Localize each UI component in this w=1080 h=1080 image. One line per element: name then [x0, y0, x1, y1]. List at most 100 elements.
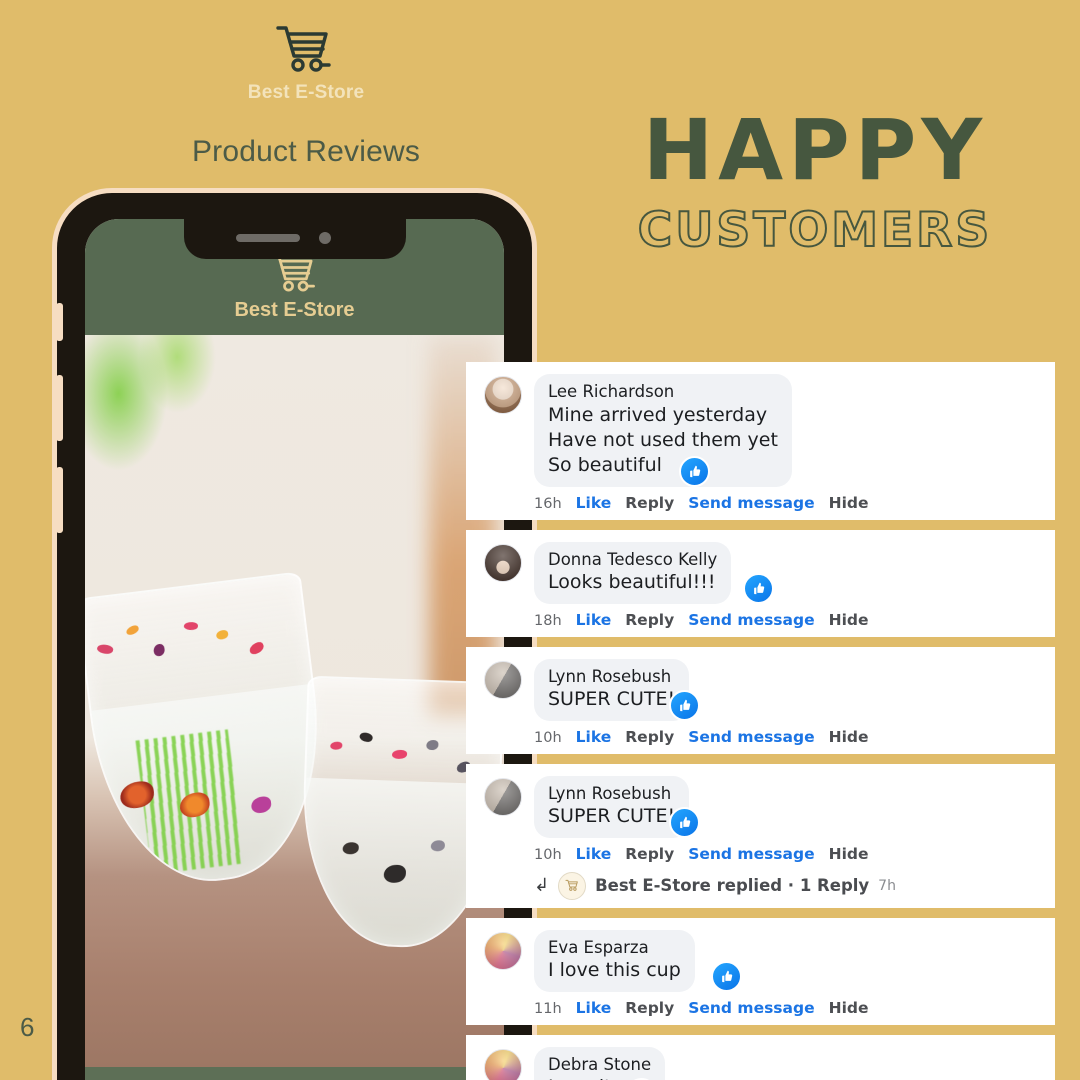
- like-button[interactable]: Like: [576, 999, 612, 1017]
- comment-bubble: Debra StoneLove it: [534, 1046, 666, 1080]
- like-icon: [690, 465, 701, 477]
- reply-timestamp: 7h: [878, 877, 896, 894]
- avatar-lee-richardson[interactable]: [484, 376, 522, 414]
- headline-happy: HAPPY: [642, 101, 988, 199]
- reply-button[interactable]: Reply: [625, 845, 674, 863]
- like-reaction-badge[interactable]: [679, 455, 711, 487]
- avatar-eva-esparza[interactable]: [484, 931, 522, 970]
- petal: [248, 640, 267, 657]
- like-icon: [679, 816, 690, 828]
- headline-block: HAPPY CUSTOMERS: [615, 101, 1015, 258]
- phone-notch: [183, 219, 406, 259]
- like-reaction-badge[interactable]: [668, 806, 700, 838]
- comment-bubble: Eva Esparza I love this cup: [534, 929, 695, 992]
- comment-timestamp: 11h: [534, 1000, 562, 1017]
- slide-canvas: Best E-Store Product Reviews HAPPY CUSTO…: [0, 0, 1080, 1080]
- page-title: Product Reviews: [191, 135, 421, 168]
- comment-list: Lee Richardson Mine arrived yesterday Hav…: [466, 362, 1055, 1080]
- product-image[interactable]: [85, 335, 504, 1067]
- front-camera-icon: [318, 232, 331, 244]
- comment-card[interactable]: Debra StoneLove it9hLikeReplySend messag…: [466, 1034, 1055, 1080]
- send-message-button[interactable]: Send message: [688, 845, 814, 863]
- shopping-cart-icon: [276, 26, 331, 72]
- commenter-name: Eva Esparza: [548, 937, 649, 957]
- phone-volume-up-button[interactable]: [57, 375, 63, 441]
- like-button[interactable]: Like: [576, 728, 612, 746]
- avatar-debra-stone[interactable]: [484, 1048, 522, 1080]
- petal: [391, 749, 407, 759]
- comment-actions: 18h Like Reply Send message Hide: [534, 611, 1055, 629]
- hide-button[interactable]: Hide: [829, 845, 869, 863]
- comment-body: Donna Tedesco Kelly Looks beautiful!!! 18h…: [534, 541, 1055, 629]
- comment-text: Mine arrived yesterday Have not used the…: [548, 403, 778, 477]
- like-reaction-badge[interactable]: [668, 689, 700, 721]
- comment-body: Debra StoneLove it9hLikeReplySend messag…: [534, 1046, 1055, 1080]
- comment-actions: 10h Like Reply Send message Hide: [534, 728, 1055, 746]
- comment-text: Looks beautiful!!!: [548, 571, 716, 594]
- avatar-lynn-rosebush[interactable]: [484, 777, 522, 816]
- comment-timestamp: 10h: [534, 729, 562, 746]
- petal: [125, 624, 141, 637]
- commenter-name: Lee Richardson: [548, 382, 675, 401]
- like-reaction-badge[interactable]: [742, 572, 774, 604]
- send-message-button[interactable]: Send message: [688, 494, 814, 512]
- commenter-name: Donna Tedesco Kelly: [548, 549, 718, 569]
- comment-card[interactable]: Lynn Rosebush SUPER CUTE! 10h Like Reply Send…: [466, 763, 1055, 908]
- comment-body: Eva Esparza I love this cup 11h Like Reply Se…: [534, 929, 1055, 1017]
- petal: [216, 629, 230, 640]
- comment-text: I love this cup: [548, 959, 681, 982]
- reply-button[interactable]: Reply: [625, 494, 674, 512]
- petal: [184, 621, 199, 631]
- comment-bubble: Lynn Rosebush SUPER CUTE!: [534, 775, 690, 838]
- comment-card[interactable]: Lee Richardson Mine arrived yesterday Hav…: [466, 362, 1055, 520]
- comment-text: SUPER CUTE!: [548, 688, 676, 711]
- phone-mute-button[interactable]: [57, 303, 63, 341]
- hide-button[interactable]: Hide: [829, 999, 869, 1017]
- reply-arrow-icon: ↲: [534, 874, 550, 896]
- phone-volume-down-button[interactable]: [57, 467, 63, 533]
- comment-bubble: Lynn Rosebush SUPER CUTE!: [534, 658, 690, 721]
- reply-button[interactable]: Reply: [625, 728, 674, 746]
- comment-timestamp: 18h: [534, 612, 562, 629]
- like-reaction-badge[interactable]: [711, 960, 742, 992]
- shopping-cart-icon: [270, 254, 315, 292]
- petal: [358, 730, 374, 744]
- reply-summary-text: Best E-Store replied · 1 Reply: [595, 876, 870, 896]
- reply-button[interactable]: Reply: [625, 999, 674, 1017]
- comment-card[interactable]: Donna Tedesco Kelly Looks beautiful!!! 18h…: [466, 529, 1055, 637]
- hide-button[interactable]: Hide: [829, 611, 869, 629]
- glass-cup-left: [85, 571, 337, 894]
- comment-card[interactable]: Lynn Rosebush SUPER CUTE! 10h Like Reply Send…: [466, 646, 1055, 754]
- petal: [330, 741, 343, 751]
- comment-timestamp: 10h: [534, 846, 562, 863]
- like-button[interactable]: Like: [576, 845, 612, 863]
- shopping-cart-icon: [565, 880, 578, 891]
- send-message-button[interactable]: Send message: [688, 999, 814, 1017]
- comment-card[interactable]: Eva Esparza I love this cup 11h Like Reply Se…: [466, 917, 1055, 1025]
- brand-name: Best E-Store: [247, 82, 365, 103]
- send-message-button[interactable]: Send message: [688, 611, 814, 629]
- reply-summary-row[interactable]: ↲ Best E-Store replied · 1 Reply 7h: [534, 871, 1055, 900]
- reply-button[interactable]: Reply: [625, 611, 674, 629]
- like-button[interactable]: Like: [576, 494, 612, 512]
- send-message-button[interactable]: Send message: [688, 728, 814, 746]
- like-button[interactable]: Like: [576, 611, 612, 629]
- phone-screen: Best E-Store: [85, 219, 504, 1080]
- phone-mockup: Best E-Store: [52, 188, 537, 1080]
- avatar-lynn-rosebush[interactable]: [484, 660, 522, 699]
- comment-body: Lynn Rosebush SUPER CUTE! 10h Like Reply Send…: [534, 658, 1055, 746]
- app-brand-name: Best E-Store: [234, 299, 355, 321]
- like-icon: [753, 582, 765, 594]
- app-bottom-bar: [85, 1067, 504, 1080]
- brand-block: Best E-Store: [176, 24, 436, 104]
- comment-actions: 16h Like Reply Send message Hide: [534, 494, 1055, 512]
- comment-timestamp: 16h: [534, 495, 562, 512]
- avatar-donna-tedesco-kelly[interactable]: [484, 543, 522, 582]
- like-icon: [679, 699, 690, 711]
- commenter-name: Debra Stone: [548, 1054, 652, 1074]
- hide-button[interactable]: Hide: [829, 728, 869, 746]
- petal: [153, 643, 166, 657]
- comment-actions: 11h Like Reply Send message Hide: [534, 999, 1055, 1017]
- hide-button[interactable]: Hide: [829, 494, 869, 512]
- comment-actions: 10h Like Reply Send message Hide: [534, 845, 1055, 863]
